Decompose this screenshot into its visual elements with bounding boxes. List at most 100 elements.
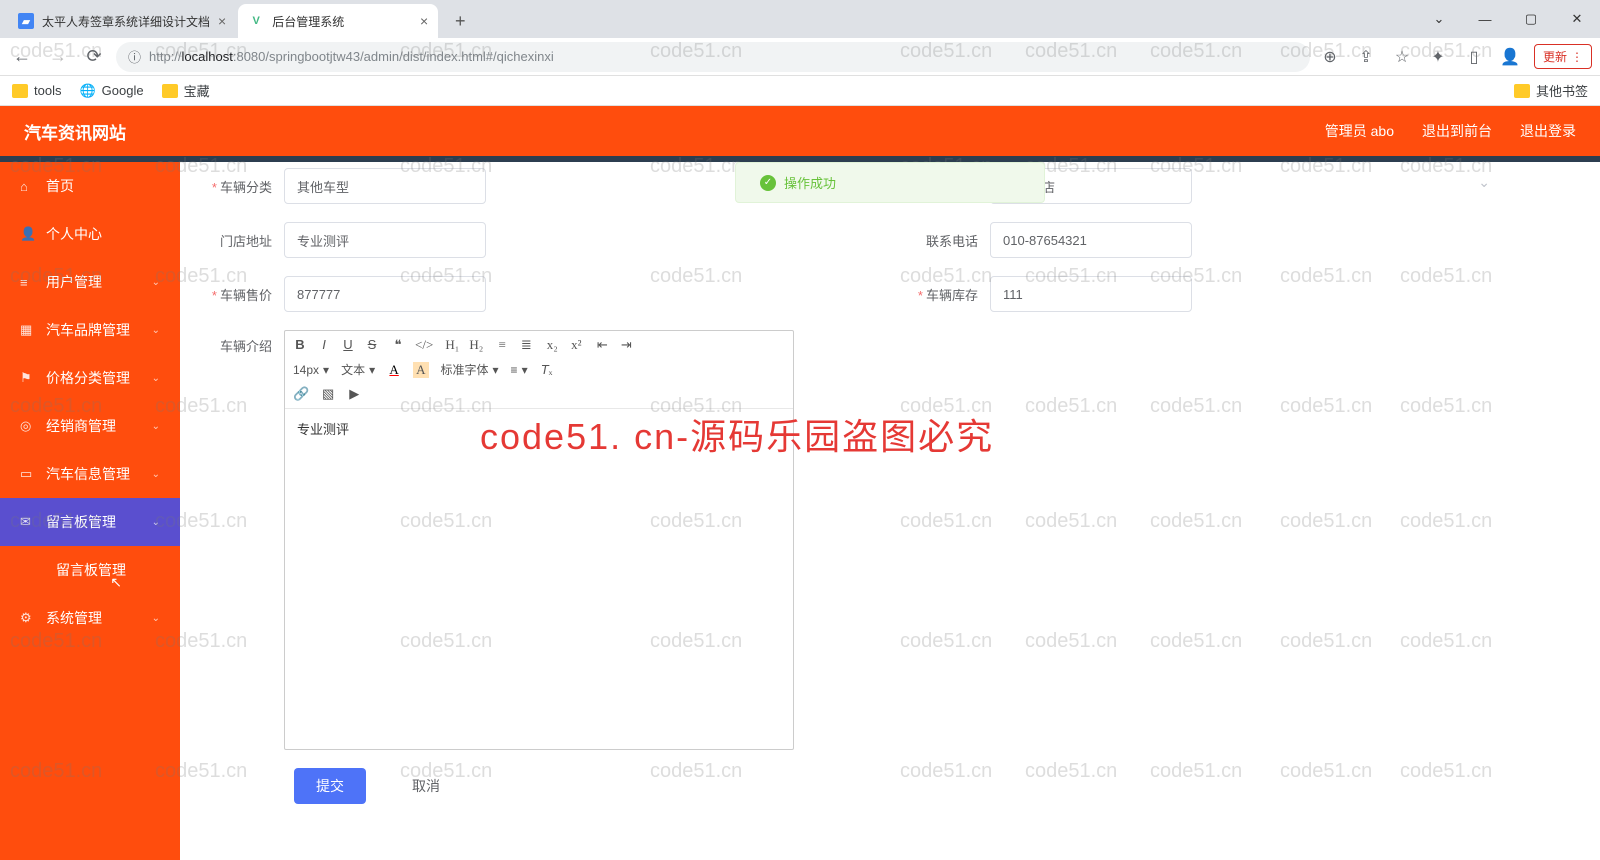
other-bookmarks[interactable]: 其他书签 bbox=[1514, 81, 1588, 100]
para-select[interactable]: 文本▾ bbox=[341, 361, 375, 378]
form-input-1-1[interactable] bbox=[990, 222, 1192, 258]
label-editor: 车辆介绍 bbox=[204, 330, 284, 355]
underline-button[interactable]: U bbox=[341, 337, 355, 353]
code-button[interactable]: </> bbox=[415, 337, 433, 353]
chevron-down-icon[interactable]: ⌄ bbox=[1416, 0, 1462, 38]
sidebar-label: 首页 bbox=[46, 176, 74, 196]
ul-button[interactable]: ≣ bbox=[519, 337, 533, 353]
browser-tab-1[interactable]: ▰ 太平人寿签章系统详细设计文档 × bbox=[8, 4, 236, 38]
font-select[interactable]: 标准字体▾ bbox=[441, 361, 499, 378]
tab-close-1[interactable]: × bbox=[210, 13, 226, 29]
link-button[interactable]: 🔗 bbox=[293, 386, 309, 402]
sidebar-icon: ⌂ bbox=[20, 179, 36, 194]
sidebar-item-1[interactable]: 👤个人中心 bbox=[0, 210, 180, 258]
h2-button[interactable]: H₂ bbox=[469, 337, 483, 353]
sidebar-item-5[interactable]: ◎ 经销商管理 ⌄ bbox=[0, 402, 180, 450]
folder-icon bbox=[12, 84, 28, 98]
update-button[interactable]: 更新⋮ bbox=[1534, 44, 1592, 69]
app-title: 汽车资讯网站 bbox=[24, 119, 126, 144]
font-size-select[interactable]: 14px▾ bbox=[293, 363, 329, 377]
browser-tab-2[interactable]: V 后台管理系统 × bbox=[238, 4, 438, 38]
sidebar-label: 汽车信息管理 bbox=[46, 464, 130, 484]
form-label-0-0: 车辆分类 bbox=[204, 177, 284, 196]
sidebar-item-8[interactable]: 留言板管理↖ bbox=[0, 546, 180, 594]
italic-button[interactable]: I bbox=[317, 337, 331, 353]
browser-tabs-bar: ▰ 太平人寿签章系统详细设计文档 × V 后台管理系统 × + ⌄ — ▢ ✕ bbox=[0, 0, 1600, 38]
info-icon: ⓘ bbox=[128, 47, 141, 66]
chevron-down-icon: ⌄ bbox=[152, 421, 160, 432]
tab-close-2[interactable]: × bbox=[412, 13, 428, 29]
text-color-button[interactable]: A bbox=[387, 362, 401, 378]
profile-icon[interactable]: 👤 bbox=[1498, 45, 1522, 69]
search-icon[interactable]: ⊕ bbox=[1318, 45, 1342, 69]
sidebar-icon: ▭ bbox=[20, 466, 36, 482]
bookmark-tools[interactable]: tools bbox=[12, 83, 61, 98]
tab-favicon-1: ▰ bbox=[18, 13, 34, 29]
editor-body[interactable]: 专业测评 bbox=[285, 409, 793, 749]
cancel-button[interactable]: 取消 bbox=[390, 768, 462, 804]
sidebar-item-7[interactable]: ✉留言板管理⌄ bbox=[0, 498, 180, 546]
clear-format-button[interactable]: Tₓ bbox=[540, 362, 554, 378]
sidebar-label: 汽车品牌管理 bbox=[46, 320, 130, 340]
tab-title-2: 后台管理系统 bbox=[272, 13, 344, 30]
maximize-button[interactable]: ▢ bbox=[1508, 0, 1554, 38]
form-label-2-0: 车辆售价 bbox=[204, 285, 284, 304]
url-input[interactable]: ⓘ http://localhost:8080/springbootjtw43/… bbox=[116, 42, 1310, 72]
align-select[interactable]: ≡▾ bbox=[511, 363, 528, 377]
outdent-button[interactable]: ⇤ bbox=[595, 337, 609, 353]
share-icon[interactable]: ⇪ bbox=[1354, 45, 1378, 69]
minimize-button[interactable]: — bbox=[1462, 0, 1508, 38]
app-header: 汽车资讯网站 管理员 abo 退出到前台 退出登录 bbox=[0, 106, 1600, 156]
extensions-icon[interactable]: ✦ bbox=[1426, 45, 1450, 69]
user-label[interactable]: 管理员 abo bbox=[1325, 121, 1394, 141]
star-icon[interactable]: ☆ bbox=[1390, 45, 1414, 69]
sidebar-item-2[interactable]: ≡用户管理⌄ bbox=[0, 258, 180, 306]
rich-editor: B I U S ❝ </> H₁ H₂ bbox=[284, 330, 794, 750]
form-input-2-0[interactable] bbox=[284, 276, 486, 312]
form-input-1-0[interactable] bbox=[284, 222, 486, 258]
sidebar-icon: ⚑ bbox=[20, 370, 36, 386]
logout-link[interactable]: 退出登录 bbox=[1520, 121, 1576, 141]
sidebar-icon: ◎ bbox=[20, 418, 36, 434]
bold-button[interactable]: B bbox=[293, 337, 307, 353]
chevron-down-icon: ⌄ bbox=[152, 277, 160, 288]
form-input-0-0[interactable] bbox=[284, 168, 486, 204]
forward-button[interactable]: → bbox=[44, 43, 72, 71]
bookmark-treasure[interactable]: 宝藏 bbox=[162, 81, 210, 100]
video-button[interactable]: ▶ bbox=[347, 386, 361, 402]
form-label-2-1: 车辆库存 bbox=[910, 285, 990, 304]
ol-button[interactable]: ≡ bbox=[495, 337, 509, 353]
sup-button[interactable]: x² bbox=[569, 337, 583, 353]
to-frontend-link[interactable]: 退出到前台 bbox=[1422, 121, 1492, 141]
sidebar-item-9[interactable]: ⚙系统管理⌄ bbox=[0, 594, 180, 642]
quote-button[interactable]: ❝ bbox=[391, 337, 405, 353]
sub-button[interactable]: x₂ bbox=[545, 337, 559, 353]
address-bar: ← → ⟳ ⓘ http://localhost:8080/springboot… bbox=[0, 38, 1600, 76]
bookmark-google[interactable]: 🌐Google bbox=[79, 83, 143, 99]
chevron-down-icon: ⌄ bbox=[152, 325, 160, 336]
check-icon: ✓ bbox=[760, 175, 776, 191]
sidebar-item-4[interactable]: ⚑价格分类管理⌄ bbox=[0, 354, 180, 402]
url-text: http://localhost:8080/springbootjtw43/ad… bbox=[149, 49, 554, 64]
reader-icon[interactable]: ▯ bbox=[1462, 45, 1486, 69]
sidebar-item-0[interactable]: ⌂ 首页 bbox=[0, 162, 180, 210]
indent-button[interactable]: ⇥ bbox=[619, 337, 633, 353]
image-button[interactable]: ▧ bbox=[321, 386, 335, 402]
submit-button[interactable]: 提交 bbox=[294, 768, 366, 804]
new-tab-button[interactable]: + bbox=[446, 7, 474, 35]
h1-button[interactable]: H₁ bbox=[445, 337, 459, 353]
close-window-button[interactable]: ✕ bbox=[1554, 0, 1600, 38]
sidebar-item-3[interactable]: ▦ 汽车品牌管理 ⌄ bbox=[0, 306, 180, 354]
chevron-down-icon: ⌄ bbox=[152, 373, 160, 384]
sidebar-icon: 👤 bbox=[20, 226, 36, 242]
reload-button[interactable]: ⟳ bbox=[80, 43, 108, 71]
strike-button[interactable]: S bbox=[365, 337, 379, 353]
sidebar-label: 经销商管理 bbox=[46, 416, 116, 436]
back-button[interactable]: ← bbox=[8, 43, 36, 71]
sidebar-label: 用户管理 bbox=[46, 272, 102, 292]
form-input-2-1[interactable] bbox=[990, 276, 1192, 312]
sidebar-item-6[interactable]: ▭汽车信息管理⌄ bbox=[0, 450, 180, 498]
success-toast: ✓ 操作成功 bbox=[735, 162, 1045, 203]
sidebar-icon: ▦ bbox=[20, 322, 36, 338]
bg-color-button[interactable]: A bbox=[413, 362, 428, 378]
